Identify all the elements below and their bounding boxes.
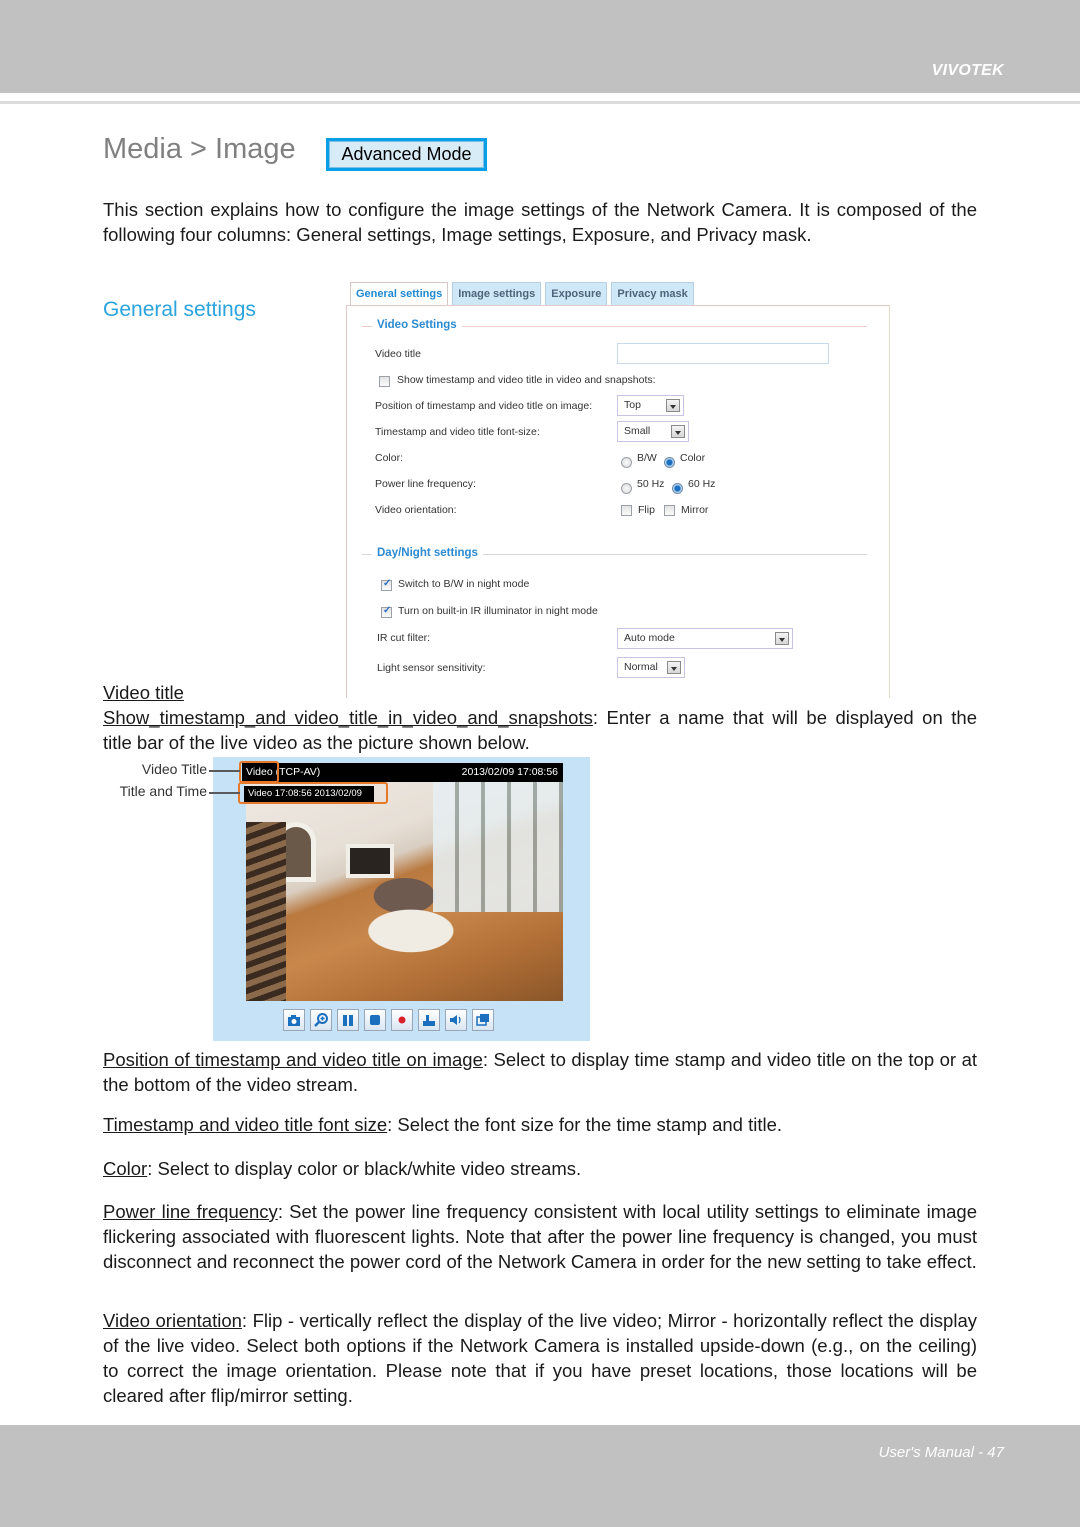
power-50hz-label: 50 Hz [637,478,665,490]
advanced-mode-label: Advanced Mode [329,141,484,168]
snapshot-button[interactable] [283,1009,305,1031]
tab-privacy-mask[interactable]: Privacy mask [611,282,694,306]
show-timestamp-checkbox[interactable] [379,376,390,387]
video-title-description: Show_timestamp_and video_title_in_video_… [103,705,977,755]
ir-cut-value: Auto mode [624,632,675,644]
desc-font-size: Timestamp and video title font size: Sel… [103,1114,782,1135]
font-size-value: Small [624,425,651,437]
dropdown-arrow-icon [667,661,681,674]
switch-bw-checkbox[interactable] [381,578,392,591]
show-timestamp-label: Show timestamp and video title in video … [397,374,656,386]
position-label: Position of timestamp and video title on… [375,400,593,412]
power-line-label: Power line frequency: [375,478,476,490]
page-number: User's Manual - 47 [878,1444,1004,1461]
title-time-callout-box [238,782,388,804]
video-toolbar [283,1009,494,1031]
color-color-radio[interactable] [664,457,675,468]
day-night-legend: Day/Night settings [372,547,483,559]
header-divider [0,101,1080,104]
pause-button[interactable] [337,1009,359,1031]
live-video-image [246,782,563,1001]
brand-logo: VIVOTEK [931,62,1004,79]
position-value: Top [624,399,641,411]
speaker-icon [450,1015,461,1025]
pause-icon [343,1015,353,1026]
settings-tabs: General settings Image settings Exposure… [350,282,694,306]
video-title-callout-line [209,770,240,772]
digital-zoom-button[interactable] [310,1009,332,1031]
volume-button[interactable] [418,1009,440,1031]
video-titlebar: Video (TCP-AV) 2013/02/09 17:08:56 [242,763,563,782]
record-button[interactable] [391,1009,413,1031]
orientation-label: Video orientation: [375,504,457,516]
color-bw-radio[interactable] [621,457,632,468]
advanced-mode-button[interactable]: Advanced Mode [326,138,487,171]
volume-slider-icon [423,1015,435,1026]
color-color-label: Color [680,452,706,464]
intro-paragraph: This section explains how to configure t… [103,199,977,245]
switch-bw-label: Switch to B/W in night mode [398,578,530,590]
light-sensor-value: Normal [624,661,658,673]
zoom-icon [314,1013,328,1027]
stop-icon [370,1015,380,1025]
mirror-label: Mirror [681,504,709,516]
dropdown-arrow-icon [671,425,685,438]
video-title-callout-box [239,761,279,783]
flip-label: Flip [638,504,655,516]
color-label: Color: [375,452,404,464]
title-time-callout-line [209,792,240,794]
position-select[interactable]: Top [617,395,684,416]
fullscreen-button[interactable] [472,1009,494,1031]
ir-illuminator-checkbox[interactable] [381,605,392,618]
video-title-label: Video title [375,348,421,360]
dropdown-arrow-icon [666,399,680,412]
speaker-button[interactable] [445,1009,467,1031]
video-title-callout-label: Video Title [141,761,207,777]
font-size-select[interactable]: Small [617,421,689,442]
power-60hz-label: 60 Hz [688,478,716,490]
video-settings-legend: Video Settings [372,319,462,331]
light-sensor-label: Light sensor sensitivity: [377,662,486,674]
desc-power-line: Power line frequency: Set the power line… [103,1201,977,1272]
tab-exposure[interactable]: Exposure [545,282,608,306]
tab-image-settings[interactable]: Image settings [452,282,542,306]
snapshot-icon [288,1015,300,1026]
dropdown-arrow-icon [775,632,789,645]
ir-cut-label: IR cut filter: [377,632,431,644]
video-title-heading: Video title [103,682,184,703]
desc-orientation: Video orientation: Flip - vertically ref… [103,1310,977,1406]
section-heading: General settings [103,298,256,321]
ir-cut-select[interactable]: Auto mode [617,628,793,649]
flip-checkbox[interactable] [621,505,632,516]
title-time-callout-label: Title and Time [119,783,207,799]
color-bw-label: B/W [637,452,657,464]
page-title: Media > Image [103,133,296,165]
ir-illuminator-label: Turn on built-in IR illuminator in night… [398,605,598,617]
header-bar [0,0,1080,93]
video-titlebar-timestamp: 2013/02/09 17:08:56 [461,766,558,778]
video-title-term: Show_timestamp_and video_title_in_video_… [103,707,593,728]
desc-position: Position of timestamp and video title on… [103,1049,977,1095]
video-title-input[interactable] [617,343,829,364]
power-50hz-radio[interactable] [621,483,632,494]
fullscreen-icon [476,1014,489,1026]
record-icon [398,1016,406,1024]
desc-color: Color: Select to display color or black/… [103,1158,582,1179]
power-60hz-radio[interactable] [672,483,683,494]
light-sensor-select[interactable]: Normal [617,657,685,678]
tab-general-settings[interactable]: General settings [350,282,449,306]
stop-button[interactable] [364,1009,386,1031]
footer-bar [0,1425,1080,1527]
mirror-checkbox[interactable] [664,505,675,516]
font-size-label: Timestamp and video title font-size: [375,426,540,438]
